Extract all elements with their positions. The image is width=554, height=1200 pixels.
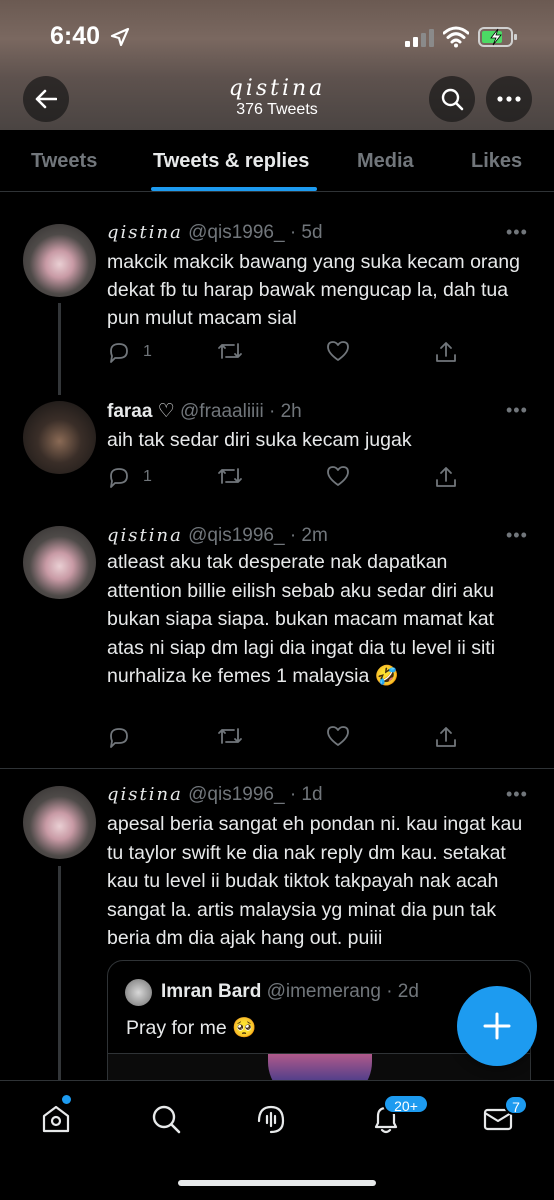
reply-icon — [110, 343, 128, 363]
share-icon — [436, 467, 456, 487]
retweet-icon — [218, 343, 242, 359]
share-button[interactable] — [435, 465, 457, 489]
reply-button[interactable] — [107, 725, 131, 749]
tweet-meta: faraa ♡ @fraaaliiii · 2h — [107, 400, 302, 423]
retweet-button[interactable] — [217, 465, 243, 487]
share-button[interactable] — [435, 725, 457, 749]
reply-count: 1 — [143, 343, 152, 360]
tab-likes[interactable]: Likes — [471, 150, 522, 173]
tab-tweets-replies[interactable]: Tweets & replies — [153, 150, 309, 173]
like-button[interactable] — [326, 725, 350, 747]
cellular-signal-icon — [405, 29, 434, 47]
home-indicator[interactable] — [178, 1180, 376, 1186]
plus-icon — [483, 1012, 511, 1040]
search-icon — [152, 1105, 181, 1134]
tweet-text: makcik makcik bawang yang suka kecam ora… — [107, 251, 520, 329]
tweet-actions — [107, 725, 467, 751]
tweet-text: atleast aku tak desperate nak dapatkan a… — [107, 551, 496, 687]
quote-avatar[interactable] — [125, 979, 152, 1006]
nav-spaces[interactable] — [256, 1103, 286, 1140]
tweet-meta: qistina @qis1996_ · 5d — [107, 222, 323, 244]
avatar[interactable] — [23, 786, 96, 859]
more-dots-icon — [497, 96, 521, 102]
author-name[interactable]: qistina — [107, 525, 183, 546]
tweet-more-icon[interactable]: ••• — [506, 222, 528, 243]
reply-count: 1 — [143, 468, 152, 485]
retweet-icon — [218, 728, 242, 744]
heart-icon — [327, 726, 349, 746]
like-button[interactable] — [326, 340, 350, 362]
location-arrow-icon — [110, 27, 130, 47]
author-name[interactable]: faraa ♡ — [107, 401, 175, 422]
tweet-text: aih tak sedar diri suka kecam jugak — [107, 429, 412, 451]
tweet-divider — [0, 768, 554, 769]
retweet-icon — [218, 468, 242, 484]
messages-badge: 7 — [504, 1095, 528, 1115]
quote-meta: Imran Bard @imemerang · 2d — [161, 981, 419, 1003]
tab-media[interactable]: Media — [357, 150, 414, 173]
tab-tweets[interactable]: Tweets — [31, 150, 97, 173]
battery-charging-icon — [478, 27, 517, 47]
quote-author-name: Imran Bard — [161, 981, 262, 1002]
like-button[interactable] — [326, 465, 350, 487]
tweet-text: apesal beria sangat eh pondan ni. kau in… — [107, 813, 523, 949]
profile-header: 6:40 qistina 376 Tweets — [0, 0, 554, 130]
reply-icon — [110, 468, 128, 488]
status-time: 6:40 — [50, 22, 101, 50]
avatar[interactable] — [23, 526, 96, 599]
author-name[interactable]: qistina — [107, 784, 183, 805]
reply-button[interactable]: 1 — [107, 465, 152, 489]
share-icon — [436, 727, 456, 747]
profile-tabs: Tweets Tweets & replies Media Likes — [0, 130, 554, 192]
tweet-more-icon[interactable]: ••• — [506, 784, 528, 805]
author-handle-time: @fraaaliiii · 2h — [180, 401, 302, 422]
author-handle-time: @qis1996_ · 5d — [188, 222, 323, 243]
heart-icon — [327, 466, 349, 486]
tweet-actions: 1 — [107, 465, 467, 491]
status-bar: 6:40 — [0, 0, 554, 72]
tweet-meta: qistina @qis1996_ · 1d — [107, 784, 323, 806]
share-button[interactable] — [435, 340, 457, 364]
author-name[interactable]: qistina — [107, 222, 183, 243]
share-icon — [436, 342, 456, 362]
search-button[interactable] — [429, 76, 475, 122]
reply-icon — [110, 728, 128, 748]
thread-line — [58, 303, 61, 395]
thread-line — [58, 866, 61, 1080]
author-handle-time: @qis1996_ · 2m — [188, 525, 328, 546]
home-icon — [42, 1105, 70, 1133]
nav-home[interactable] — [40, 1103, 72, 1140]
active-tab-indicator — [151, 187, 317, 191]
avatar[interactable] — [23, 401, 96, 474]
tweet-more-icon[interactable]: ••• — [506, 525, 528, 546]
more-options-button[interactable] — [486, 76, 532, 122]
tweet-actions: 1 — [107, 340, 467, 366]
search-icon — [441, 88, 464, 111]
quote-handle-time: @imemerang · 2d — [266, 981, 419, 1002]
home-unread-dot — [62, 1095, 71, 1104]
spaces-icon — [257, 1105, 285, 1134]
retweet-button[interactable] — [217, 340, 243, 362]
tweet-meta: qistina @qis1996_ · 2m — [107, 525, 328, 547]
quote-text: Pray for me 🥺 — [126, 1017, 257, 1039]
notifications-badge: 20+ — [383, 1094, 429, 1114]
heart-icon — [327, 341, 349, 361]
retweet-button[interactable] — [217, 725, 243, 747]
compose-tweet-button[interactable] — [457, 986, 537, 1066]
wifi-icon — [443, 26, 469, 48]
tweet-more-icon[interactable]: ••• — [506, 400, 528, 421]
nav-search[interactable] — [150, 1103, 182, 1140]
avatar[interactable] — [23, 224, 96, 297]
reply-button[interactable]: 1 — [107, 340, 152, 364]
author-handle-time: @qis1996_ · 1d — [188, 784, 323, 805]
